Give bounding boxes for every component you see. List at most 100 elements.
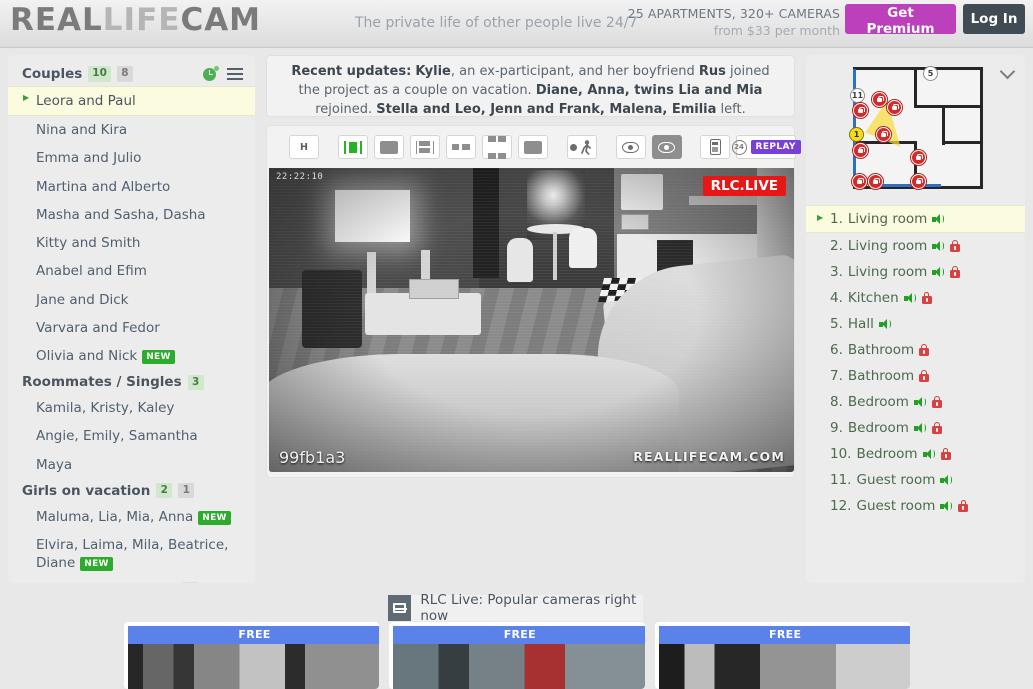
popular-camera-thumb[interactable]: FREE xyxy=(389,622,645,689)
lock-icon xyxy=(921,292,932,304)
lock-icon xyxy=(958,500,969,512)
layout-two-up-button[interactable] xyxy=(445,135,476,159)
thumb-inner: FREE xyxy=(393,626,645,689)
sidebar-item-emma-and-julio[interactable]: Emma and Julio xyxy=(8,144,255,172)
sidebar-item-olivia-and-nick[interactable]: Olivia and Nick NEW xyxy=(8,342,255,370)
sidebar-item-masha-and-sasha-dasha[interactable]: Masha and Sasha, Dasha xyxy=(8,201,255,229)
sidebar-item-angie-emily-samantha[interactable]: Angie, Emily, Samantha xyxy=(8,422,255,450)
camera-name: Living room xyxy=(847,211,928,227)
hamburger-menu-icon[interactable] xyxy=(227,68,243,80)
camera-number: 2. xyxy=(830,238,843,254)
camera-number: 7. xyxy=(830,368,843,384)
new-badge: NEW xyxy=(198,510,231,525)
mobile-view-button[interactable] xyxy=(700,135,731,159)
sidebar-item-anabel-and-efim[interactable]: Anabel and Efim xyxy=(8,257,255,285)
logo-part-life: LIFE xyxy=(102,2,181,38)
camera-row-2[interactable]: 2. Living room xyxy=(806,233,1025,259)
news-text-3: rejoined. xyxy=(315,101,377,117)
sidebar-item-elvira-laima-mila-beatrice-diane[interactable]: Elvira, Laima, Mila, Beatrice, Diane NEW xyxy=(8,531,255,577)
layout-single-highlight-button[interactable] xyxy=(337,135,368,159)
news-text-4: left. xyxy=(716,101,746,117)
camera-row-6[interactable]: 6. Bathroom xyxy=(806,337,1025,363)
floorplan-locked-camera-icon[interactable] xyxy=(876,127,891,142)
camera-row-9[interactable]: 9. Bedroom xyxy=(806,415,1025,441)
camera-row-8[interactable]: 8. Bedroom xyxy=(806,389,1025,415)
layout-one-plus-two-button[interactable] xyxy=(409,135,440,159)
floorplan-locked-camera-icon[interactable] xyxy=(853,143,868,158)
rlc-live-header: RLC Live: Popular cameras right now xyxy=(388,592,643,624)
lock-icon xyxy=(919,344,930,356)
sidebar-item-martina-and-alberto[interactable]: Martina and Alberto xyxy=(8,173,255,201)
recent-clock-icon[interactable] xyxy=(203,65,219,82)
sidebar-item-nina-and-kira[interactable]: Nina and Kira xyxy=(8,116,255,144)
sidebar-item-varvara-and-fedor[interactable]: Varvara and Fedor xyxy=(8,314,255,342)
stream-id-label: 99fb1a3 xyxy=(279,448,346,467)
sidebar-group-offline-count: 8 xyxy=(116,66,133,82)
popular-cameras-thumbnails[interactable]: FREE FREE FREE xyxy=(124,622,910,689)
layout-single-button[interactable] xyxy=(373,135,404,159)
floorplan-locked-camera-icon[interactable] xyxy=(872,92,887,107)
clock-24h-icon: 24 xyxy=(731,139,747,155)
motion-detect-button[interactable] xyxy=(566,135,597,159)
camera-number: 8. xyxy=(830,394,843,410)
floorplan-camera-marker[interactable]: 11 xyxy=(850,88,865,103)
camera-name: Living room xyxy=(847,238,928,254)
hd-toggle-button[interactable]: H xyxy=(289,135,319,159)
plan-apartments-line: 25 APARTMENTS, 320+ CAMERAS xyxy=(627,6,840,21)
sidebar-item-label: Masha and Sasha, Dasha xyxy=(36,206,206,223)
single-pane-icon xyxy=(348,141,358,153)
sidebar-item-kamila-kristy-kaley[interactable]: Kamila, Kristy, Kaley xyxy=(8,394,255,422)
eye-filled-icon xyxy=(658,141,676,153)
apartment-floorplan[interactable]: 5 11 1 xyxy=(839,61,1003,199)
watching-active-button[interactable] xyxy=(651,135,682,159)
watch-toggle-button[interactable] xyxy=(615,135,646,159)
sidebar-item-maya[interactable]: Maya xyxy=(8,451,255,479)
floorplan-locked-camera-icon[interactable] xyxy=(911,174,926,189)
camera-number: 12. xyxy=(830,498,852,514)
layout-quad-button[interactable] xyxy=(481,135,512,159)
speaker-icon xyxy=(940,500,953,512)
log-in-button[interactable]: Log In xyxy=(963,4,1025,34)
floorplan-locked-camera-icon[interactable] xyxy=(853,103,868,118)
floorplan-locked-camera-icon[interactable] xyxy=(868,174,883,189)
sidebar-item-maluma-lia-mia-anna[interactable]: Maluma, Lia, Mia, Anna NEW xyxy=(8,503,255,531)
popular-camera-thumb[interactable]: FREE xyxy=(654,622,910,689)
player-toolbar[interactable]: H 24 REPLAY xyxy=(267,126,801,168)
camera-name: Bedroom xyxy=(847,394,909,410)
camera-row-10[interactable]: 10. Bedroom xyxy=(806,441,1025,467)
camera-list[interactable]: 1.Living room2.Living room3.Living room4… xyxy=(806,205,1025,519)
floorplan-locked-camera-icon[interactable] xyxy=(852,174,867,189)
participants-sidebar[interactable]: Couples 10 8 Leora and Paul Nina and Kira Emm… xyxy=(8,55,255,583)
lock-icon xyxy=(950,240,961,252)
lock-icon xyxy=(931,422,942,434)
quad-icon xyxy=(487,131,506,163)
hd-label: H xyxy=(300,141,308,153)
floorplan-locked-camera-icon[interactable] xyxy=(887,100,902,115)
get-premium-button[interactable]: Get Premium xyxy=(845,4,956,37)
replay-button[interactable]: 24 REPLAY xyxy=(731,135,801,159)
camera-row-1[interactable]: 1.Living room xyxy=(806,205,1025,233)
camera-number: 10. xyxy=(830,446,852,462)
floorplan-camera-marker[interactable]: 5 xyxy=(923,66,938,81)
camera-row-12[interactable]: 12. Guest room xyxy=(806,493,1025,519)
camera-row-7[interactable]: 7. Bathroom xyxy=(806,363,1025,389)
sidebar-item-leora-and-paul[interactable]: Leora and Paul xyxy=(8,86,255,117)
floorplan-camera-marker[interactable]: 1 xyxy=(849,127,864,142)
camera-row-11[interactable]: 11. Guest room xyxy=(806,467,1025,493)
sidebar-item-jane-and-dick[interactable]: Jane and Dick xyxy=(8,286,255,314)
sidebar-group-title: Roommates / Singles xyxy=(22,374,182,391)
popular-camera-thumb[interactable]: FREE xyxy=(124,622,380,689)
sidebar-item-kitty-and-smith[interactable]: Kitty and Smith xyxy=(8,229,255,257)
sidebar-item-label: Olivia and Nick xyxy=(36,347,138,364)
camera-row-3[interactable]: 3. Living room xyxy=(806,259,1025,285)
free-badge: FREE xyxy=(128,626,380,644)
live-video-stream[interactable]: 22:22:10 RLC.LIVE 99fb1a3 REALLIFECAM.CO… xyxy=(269,168,794,472)
camera-row-4[interactable]: 4. Kitchen xyxy=(806,285,1025,311)
sidebar-item-label: Maya xyxy=(36,456,73,473)
site-logo[interactable]: REALLIFECAM xyxy=(10,2,261,38)
plan-price-line: from $33 per month xyxy=(713,22,840,38)
layout-wide-button[interactable] xyxy=(517,135,548,159)
floorplan-locked-camera-icon[interactable] xyxy=(911,150,926,165)
camera-row-5[interactable]: 5. Hall xyxy=(806,311,1025,337)
person-motion-icon xyxy=(570,139,593,155)
